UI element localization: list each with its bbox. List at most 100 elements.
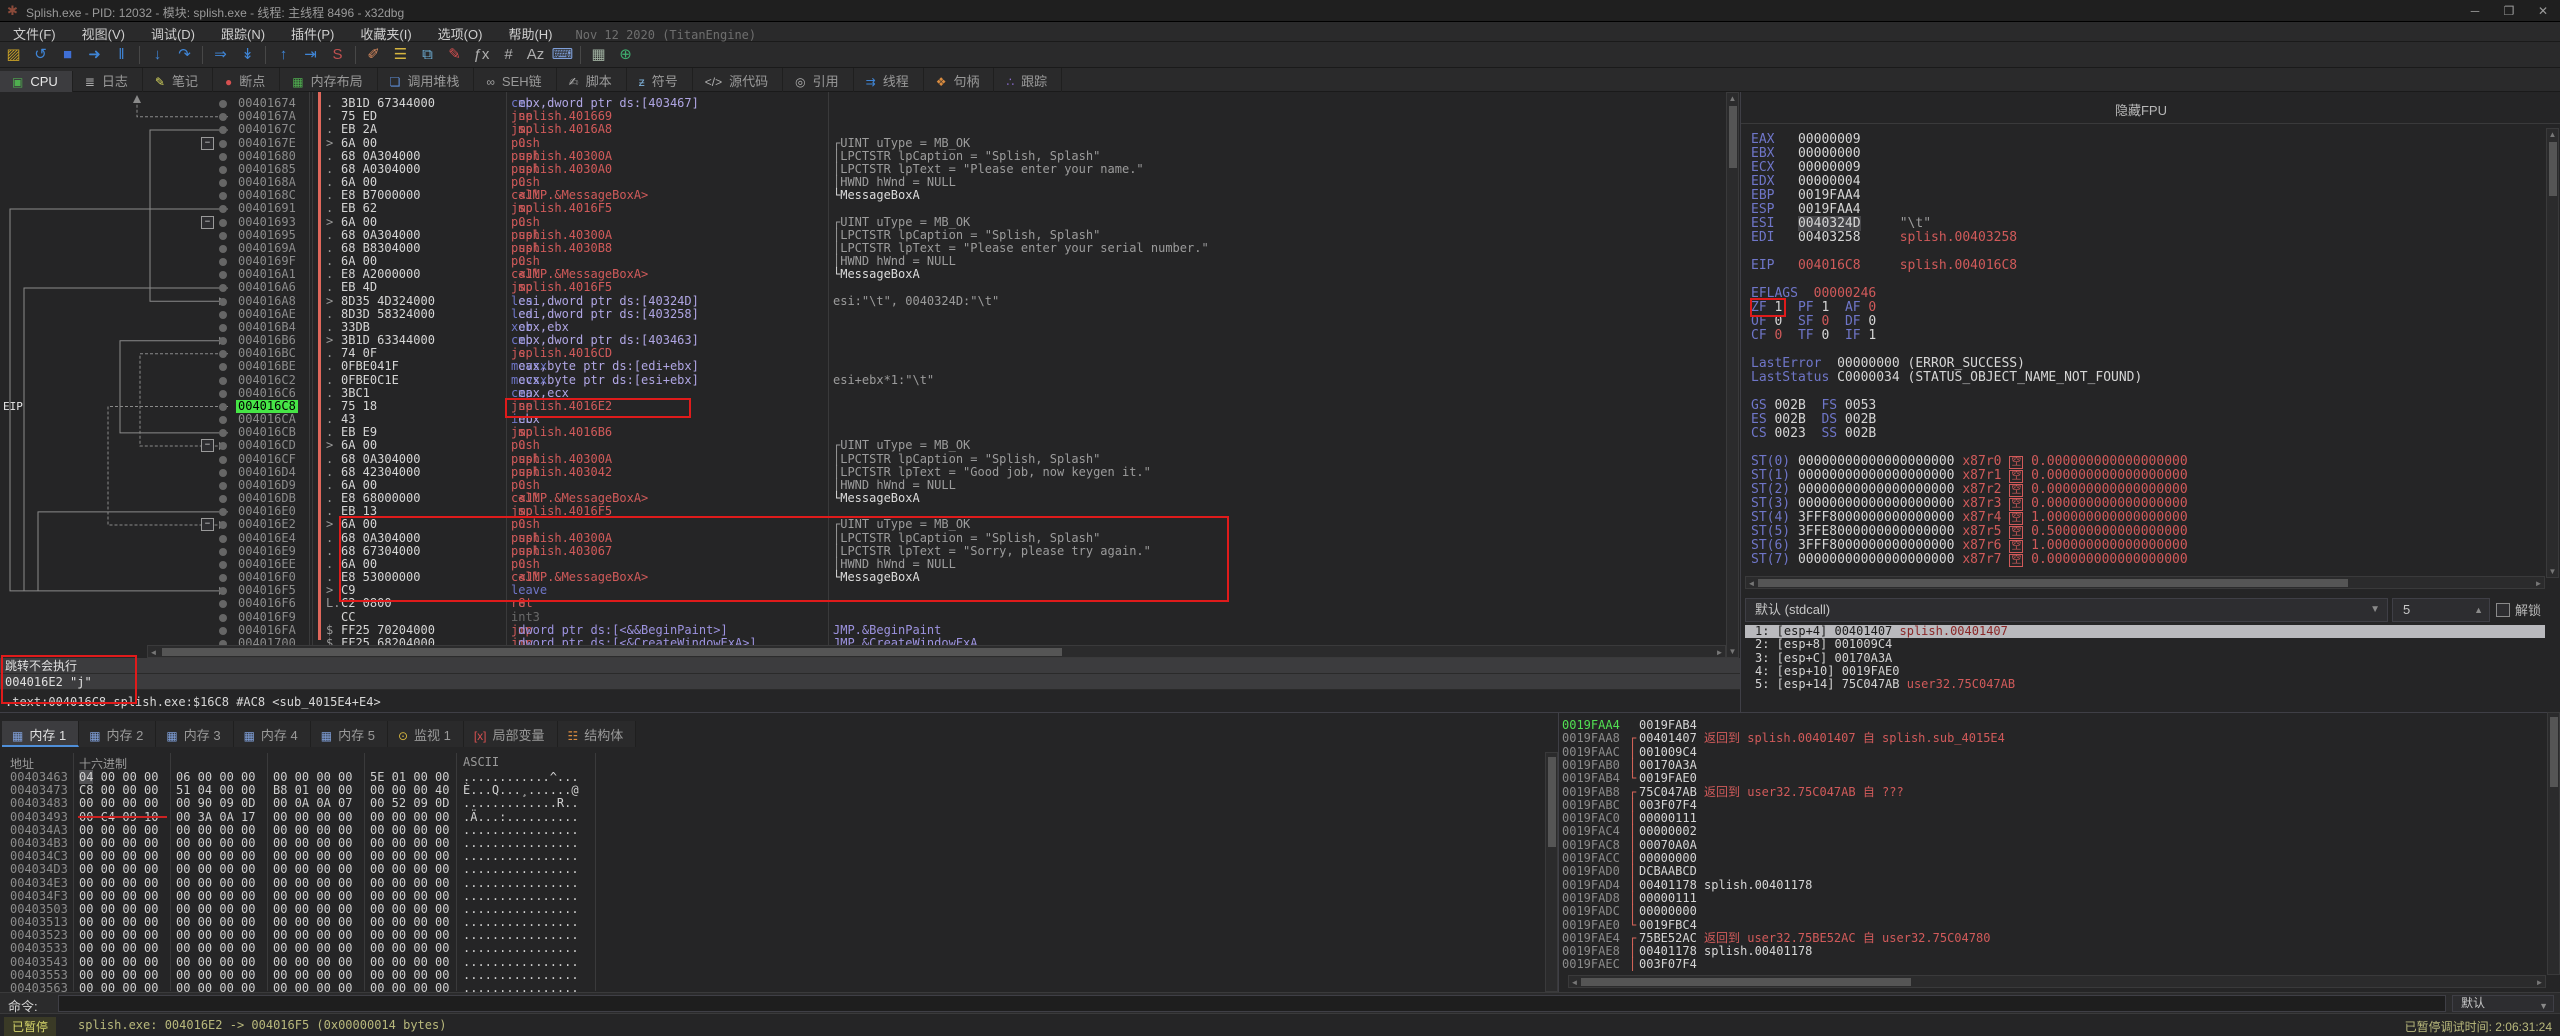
run-till-icon[interactable]: ⇒ [207, 43, 234, 67]
run-to-user-code-icon[interactable]: ⇥ [297, 43, 324, 67]
stack-row[interactable]: 0019FAA40019FAB4 [1559, 719, 2549, 732]
register-line[interactable]: EIP 004016C8 splish.004016C8 [1751, 259, 2188, 273]
restart-icon[interactable]: ↺ [27, 43, 54, 67]
breakpoint-dot-icon[interactable] [219, 521, 227, 529]
register-line[interactable]: ECX 00000009 [1751, 161, 2188, 175]
breakpoint-dot-icon[interactable] [219, 442, 227, 450]
tab-引用[interactable]: ◎引用 [783, 68, 854, 92]
register-line[interactable]: CF 0 TF 0 IF 1 [1751, 329, 2188, 343]
breakpoint-dot-icon[interactable] [219, 245, 227, 253]
stack-row[interactable]: 0019FAA8┌00401407返回到 splish.00401407 自 s… [1559, 732, 2549, 745]
breakpoint-dot-icon[interactable] [219, 587, 227, 595]
breakpoint-dot-icon[interactable] [219, 113, 227, 121]
breakpoint-dot-icon[interactable] [219, 403, 227, 411]
hash-icon[interactable]: # [495, 43, 522, 67]
stack-row[interactable]: 0019FAC4│00000002 [1559, 825, 2549, 838]
breakpoint-dot-icon[interactable] [219, 363, 227, 371]
register-line[interactable]: LastError 00000000 (ERROR_SUCCESS) [1751, 357, 2188, 371]
argument-row[interactable]: 5: [esp+14] 75C047AB user32.75C047AB [1745, 678, 2545, 691]
register-line[interactable]: ST(1) 00000000000000000000 x87r1 空 0.000… [1751, 469, 2188, 483]
stack-row[interactable]: 0019FAAC│001009C4 [1559, 746, 2549, 759]
register-line[interactable]: ST(5) 3FFE8000000000000000 x87r5 空 0.500… [1751, 525, 2188, 539]
disasm-row[interactable]: 004016A8>8D35 4D324000lea esi,dword ptr … [0, 295, 1726, 308]
tab-符号[interactable]: ƶ符号 [627, 68, 693, 92]
functions-icon[interactable]: ƒx [468, 43, 495, 67]
stack-row[interactable]: 0019FAE0└0019FBC4 [1559, 919, 2549, 932]
breakpoint-dot-icon[interactable] [219, 482, 227, 490]
dump-tab-结构体[interactable]: ☷结构体 [558, 721, 637, 747]
register-line[interactable]: ST(3) 00000000000000000000 x87r3 空 0.000… [1751, 497, 2188, 511]
registers-vsc rollbar[interactable]: ▲ ▼ [2546, 128, 2559, 578]
dump-tab-内存 5[interactable]: ▦内存 5 [311, 721, 388, 747]
stack-row[interactable]: 0019FAD0│DCBAABCD [1559, 865, 2549, 878]
breakpoint-dot-icon[interactable] [219, 350, 227, 358]
breakpoint-dot-icon[interactable] [219, 561, 227, 569]
tab-笔记[interactable]: ✎笔记 [143, 68, 213, 92]
register-line[interactable]: EBP 0019FAA4 [1751, 189, 2188, 203]
stack-row[interactable]: 0019FAE4┌75BE52AC返回到 user32.75BE52AC 自 u… [1559, 932, 2549, 945]
stack-row[interactable]: 0019FAD8│00000111 [1559, 892, 2549, 905]
step-into-icon[interactable]: ↓ [144, 43, 171, 67]
disasm-row[interactable]: 004016AE.8D3D 58324000lea edi,dword ptr … [0, 308, 1726, 321]
maximize-button[interactable]: ❐ [2492, 0, 2526, 22]
breakpoint-dot-icon[interactable] [219, 627, 227, 635]
breakpoint-dot-icon[interactable] [219, 126, 227, 134]
stack-row[interactable]: 0019FAB4└0019FAE0 [1559, 772, 2549, 785]
run-icon[interactable]: ➜ [81, 43, 108, 67]
disasm-row[interactable]: 00401680.68 0A304000push splish.40300A│L… [0, 150, 1726, 163]
argument-row[interactable]: 1: [esp+4] 00401407 splish.00401407 [1745, 625, 2545, 638]
register-line[interactable]: ST(2) 00000000000000000000 x87r2 空 0.000… [1751, 483, 2188, 497]
argument-row[interactable]: 4: [esp+10] 0019FAE0 [1745, 665, 2545, 678]
globe-icon[interactable]: ⊕ [612, 43, 639, 67]
dump-tab-局部变量[interactable]: [x]局部变量 [464, 721, 558, 747]
register-line[interactable]: ST(7) 00000000000000000000 x87r7 空 0.000… [1751, 553, 2188, 567]
stop-icon[interactable]: ■ [54, 43, 81, 67]
stack-panel[interactable]: 0019FAA40019FAB40019FAA8┌00401407返回到 spl… [1558, 712, 2560, 992]
breakpoint-dot-icon[interactable] [219, 614, 227, 622]
register-line[interactable]: ESP 0019FAA4 [1751, 203, 2188, 217]
tab-SEH链[interactable]: ∞SEH链 [474, 68, 556, 92]
tab-句柄[interactable]: ❖句柄 [924, 68, 995, 92]
disasm-row[interactable]: 004016B6>3B1D 63344000cmp ebx,dword ptr … [0, 334, 1726, 347]
breakpoint-dot-icon[interactable] [219, 508, 227, 516]
breakpoint-dot-icon[interactable] [219, 390, 227, 398]
register-line[interactable]: ST(6) 3FFF8000000000000000 x87r6 空 1.000… [1751, 539, 2188, 553]
breakpoint-dot-icon[interactable] [219, 153, 227, 161]
breakpoint-dot-icon[interactable] [219, 600, 227, 608]
calculator-icon[interactable]: ▦ [585, 43, 612, 67]
stack-row[interactable]: 0019FABC│003F07F4 [1559, 799, 2549, 812]
breakpoint-dot-icon[interactable] [219, 456, 227, 464]
breakpoint-dot-icon[interactable] [219, 324, 227, 332]
breakpoint-dot-icon[interactable] [219, 271, 227, 279]
hide-fpu-button[interactable]: 隐藏FPU [1741, 100, 2541, 119]
close-button[interactable]: ✕ [2526, 0, 2560, 22]
dump-tab-内存 3[interactable]: ▦内存 3 [156, 721, 233, 747]
register-line[interactable]: EFLAGS 00000246 [1751, 287, 2188, 301]
breakpoint-dot-icon[interactable] [219, 469, 227, 477]
collapse-block-icon[interactable]: − [201, 439, 214, 452]
checkbox-icon[interactable] [2496, 603, 2510, 617]
dump-tab-内存 1[interactable]: ▦内存 1 [2, 721, 79, 747]
strings-icon[interactable]: Aᴢ [522, 43, 549, 67]
dump-vscrollbar[interactable] [1545, 752, 1558, 992]
register-line[interactable]: ST(4) 3FFF8000000000000000 x87r4 空 1.000… [1751, 511, 2188, 525]
breakpoint-dot-icon[interactable] [219, 298, 227, 306]
stack-row[interactable]: 0019FAB8┌75C047AB返回到 user32.75C047AB 自 ?… [1559, 786, 2549, 799]
unlock-checkbox[interactable]: 解锁 [2496, 600, 2541, 619]
disasm-vscrollbar[interactable]: ▲ ▼ [1726, 92, 1739, 658]
tab-脚本[interactable]: ✍脚本 [557, 68, 627, 92]
dump-tab-内存 2[interactable]: ▦内存 2 [79, 721, 156, 747]
disasm-row[interactable]: 004016C2.0FBE0C1Emovsx ecx,byte ptr ds:[… [0, 374, 1726, 387]
skip-icon[interactable]: S [324, 43, 351, 67]
highlight-icon[interactable]: ✎ [441, 43, 468, 67]
breakpoint-dot-icon[interactable] [219, 192, 227, 200]
execute-till-return-icon[interactable]: ↑ [270, 43, 297, 67]
argument-depth-spinner[interactable]: 5▲▼ [2392, 598, 2490, 622]
stack-row[interactable]: 0019FACC│00000000 [1559, 852, 2549, 865]
disasm-row[interactable]: 00401695.68 0A304000push splish.40300A│L… [0, 229, 1726, 242]
disasm-row[interactable]: 004016B4.33DBxor ebx,ebx [0, 321, 1726, 334]
memory-dump-panel[interactable]: ▦内存 1▦内存 2▦内存 3▦内存 4▦内存 5⊙监视 1[x]局部变量☷结构… [0, 712, 1558, 992]
dump-tab-监视 1[interactable]: ⊙监视 1 [388, 721, 464, 747]
breakpoint-dot-icon[interactable] [219, 179, 227, 187]
stack-row[interactable]: 0019FAD4│00401178splish.00401178 [1559, 879, 2549, 892]
